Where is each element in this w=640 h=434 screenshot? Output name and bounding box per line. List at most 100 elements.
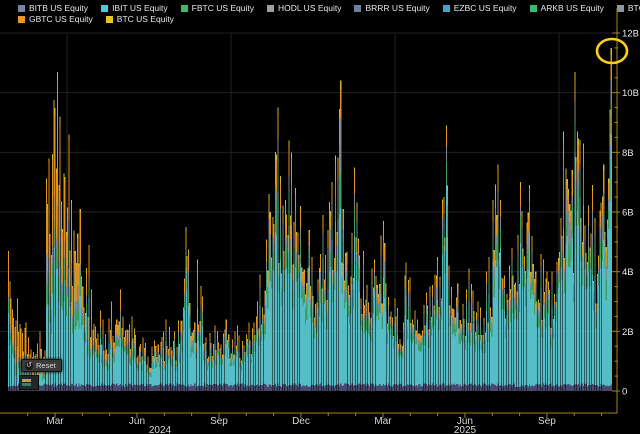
reset-button[interactable]: ↺ Reset <box>21 359 62 372</box>
bar-segment <box>133 360 134 386</box>
bar-segment <box>456 307 457 323</box>
bar-segment <box>253 335 254 342</box>
bar-segment <box>368 305 369 315</box>
bar-segment <box>412 327 413 335</box>
bar-segment <box>272 217 273 220</box>
chart-area[interactable]: 12B10B8B6B4B2B0MarJunSepDecMarJunSep2024… <box>0 0 640 434</box>
bar-segment <box>335 181 336 196</box>
bar-segment <box>121 347 122 387</box>
bar-segment <box>460 322 461 329</box>
bar-segment <box>555 385 556 391</box>
bar-segment <box>281 306 282 387</box>
bar-segment <box>315 385 316 391</box>
bar-segment <box>65 177 66 183</box>
bar-segment <box>560 247 561 267</box>
bar-segment <box>421 336 422 337</box>
bar-segment <box>218 385 219 391</box>
bar-segment <box>346 265 347 276</box>
mini-legend-toggle[interactable] <box>19 375 39 390</box>
bar-segment <box>95 328 96 343</box>
bar-segment <box>232 339 233 341</box>
bar-segment <box>212 385 213 391</box>
bar-segment <box>53 387 54 391</box>
bar-segment <box>445 258 446 274</box>
stacked-volume-chart[interactable]: 12B10B8B6B4B2B0MarJunSepDecMarJunSep2024… <box>0 0 640 434</box>
bar-segment <box>286 386 287 391</box>
bar-segment <box>417 386 418 391</box>
bar-segment <box>537 328 538 385</box>
bar-segment <box>255 345 256 352</box>
bar-segment <box>151 356 152 358</box>
bar-segment <box>458 344 459 387</box>
bar-segment <box>464 333 465 343</box>
bar-segment <box>370 318 371 319</box>
bar-segment <box>584 225 585 228</box>
bar-segment <box>290 385 291 391</box>
bar-segment <box>398 344 399 345</box>
bar-segment <box>102 346 103 386</box>
bar-segment <box>448 384 449 391</box>
bar-segment <box>484 318 485 320</box>
bar-segment <box>352 236 353 252</box>
bar-segment <box>63 274 64 302</box>
bar-segment <box>133 340 134 351</box>
bar-segment <box>393 337 394 340</box>
bar-segment <box>121 330 122 339</box>
bar-segment <box>397 308 398 311</box>
bar-segment <box>26 324 27 354</box>
bar-segment <box>14 351 15 354</box>
bar-segment <box>416 331 417 332</box>
bar-segment <box>164 365 165 367</box>
bar-segment <box>153 357 154 363</box>
bar-segment <box>286 237 287 245</box>
bar-segment <box>256 327 257 332</box>
bar-segment <box>558 276 559 288</box>
bar-segment <box>486 271 487 275</box>
bar-segment <box>586 264 587 276</box>
bar-segment <box>97 335 98 348</box>
bar-segment <box>58 384 59 391</box>
bar-segment <box>131 317 132 329</box>
bar-segment <box>221 358 222 385</box>
bar-segment <box>117 340 118 346</box>
bar-segment <box>414 334 415 387</box>
bar-segment <box>404 279 405 289</box>
bar-segment <box>310 286 311 289</box>
bar-segment <box>363 289 364 384</box>
bar-segment <box>460 333 461 343</box>
bar-segment <box>202 311 203 316</box>
bar-segment <box>206 344 207 346</box>
bar-segment <box>194 343 195 384</box>
bar-segment <box>120 293 121 311</box>
bar-segment <box>528 232 529 249</box>
bar-segment <box>174 333 175 340</box>
bar-segment <box>408 283 409 292</box>
bar-segment <box>412 322 413 328</box>
bar-segment <box>126 345 127 347</box>
bar-segment <box>116 320 117 322</box>
bar-segment <box>128 353 129 384</box>
bar-segment <box>430 297 431 310</box>
bar-segment <box>263 315 264 316</box>
bar-segment <box>481 336 482 341</box>
bar-segment <box>506 294 507 296</box>
bar-segment <box>499 273 500 288</box>
bar-segment <box>55 384 56 391</box>
bar-segment <box>251 385 252 391</box>
bar-segment <box>370 319 371 326</box>
bar-segment <box>247 347 248 350</box>
bar-segment <box>95 326 96 327</box>
bar-segment <box>484 320 485 325</box>
bar-segment <box>158 385 159 391</box>
bar-segment <box>401 352 402 356</box>
bar-segment <box>75 385 76 391</box>
bar-segment <box>560 223 561 237</box>
bar-segment <box>569 268 570 385</box>
bar-segment <box>140 385 141 391</box>
bar-segment <box>222 365 223 386</box>
bar-segment <box>603 171 604 193</box>
bar-segment <box>262 324 263 334</box>
bar-segment <box>426 303 427 310</box>
bar-segment <box>286 268 287 386</box>
bar-segment <box>544 308 545 319</box>
